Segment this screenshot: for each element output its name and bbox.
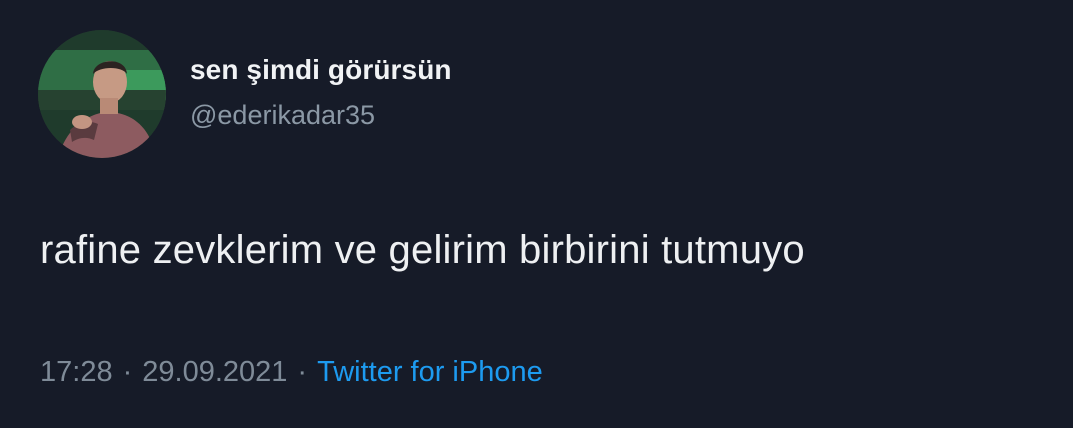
avatar[interactable] [38,30,166,158]
tweet-meta: 17:28 · 29.09.2021 · Twitter for iPhone [40,356,543,389]
avatar-photo [38,30,166,158]
tweet-text: rafine zevklerim ve gelirim birbirini tu… [40,228,805,272]
tweet-time[interactable]: 17:28 [40,356,113,388]
tweet-date[interactable]: 29.09.2021 [142,356,287,388]
meta-separator: · [297,356,308,388]
user-handle[interactable]: @ederikadar35 [190,100,375,131]
tweet-card: sen şimdi görürsün @ederikadar35 rafine … [0,0,1073,428]
display-name[interactable]: sen şimdi görürsün [190,54,452,86]
tweet-source-link[interactable]: Twitter for iPhone [317,356,543,388]
meta-separator: · [122,356,133,388]
